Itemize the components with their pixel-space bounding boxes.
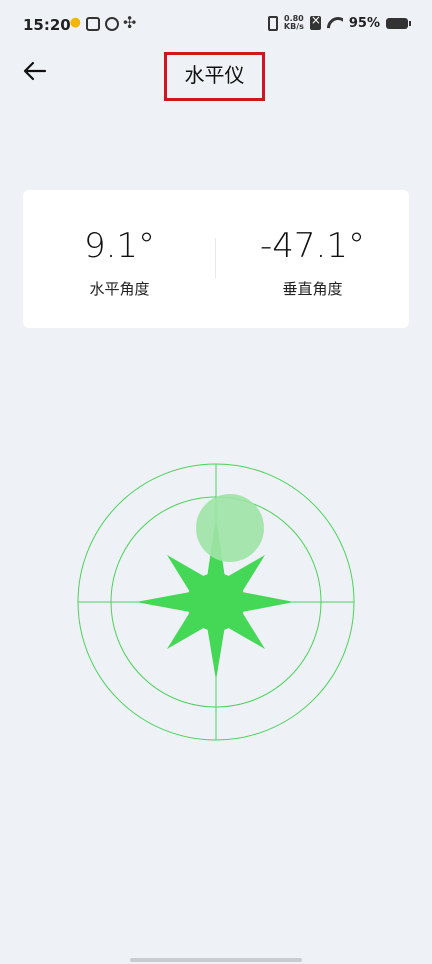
- vertical-angle: -47.1° 垂直角度: [216, 190, 409, 328]
- battery-percent: 95%: [348, 15, 380, 31]
- battery-icon: [386, 17, 411, 29]
- status-time: 15:20: [23, 16, 71, 34]
- app-bar: 水平仪: [0, 50, 432, 101]
- loop-icon: [105, 17, 119, 31]
- vertical-angle-label: 垂直角度: [282, 280, 343, 298]
- horizontal-angle-label: 水平角度: [89, 280, 150, 298]
- status-bar: 15:20 0.80 KB/s 95%: [0, 0, 432, 50]
- horizontal-angle: 9.1° 水平角度: [23, 190, 216, 328]
- fan-icon: [123, 13, 138, 32]
- weather-icon: [67, 17, 81, 31]
- horizontal-angle-value: 9.1°: [83, 226, 156, 266]
- notification-icons: [67, 13, 138, 32]
- box-icon: [86, 17, 100, 31]
- wifi-icon: [327, 17, 343, 29]
- back-button[interactable]: [20, 58, 52, 90]
- network-speed-unit: KB/s: [283, 22, 304, 31]
- page-title: 水平仪: [164, 52, 265, 101]
- bubble-level: [77, 463, 355, 741]
- vertical-angle-value: -47.1°: [260, 226, 365, 266]
- level-center-dot: [187, 573, 245, 631]
- level-bubble: [196, 494, 264, 562]
- level-screen: 15:20 0.80 KB/s 95% 水平仪 9.: [0, 0, 432, 964]
- sim-off-icon: [309, 13, 321, 30]
- network-speed: 0.80 KB/s: [284, 15, 304, 31]
- angle-card: 9.1° 水平角度 -47.1° 垂直角度: [23, 190, 409, 328]
- system-icons: 0.80 KB/s 95%: [267, 13, 411, 31]
- home-indicator[interactable]: [130, 958, 302, 962]
- arrow-left-icon: [23, 61, 47, 81]
- vibrate-icon: [267, 15, 278, 31]
